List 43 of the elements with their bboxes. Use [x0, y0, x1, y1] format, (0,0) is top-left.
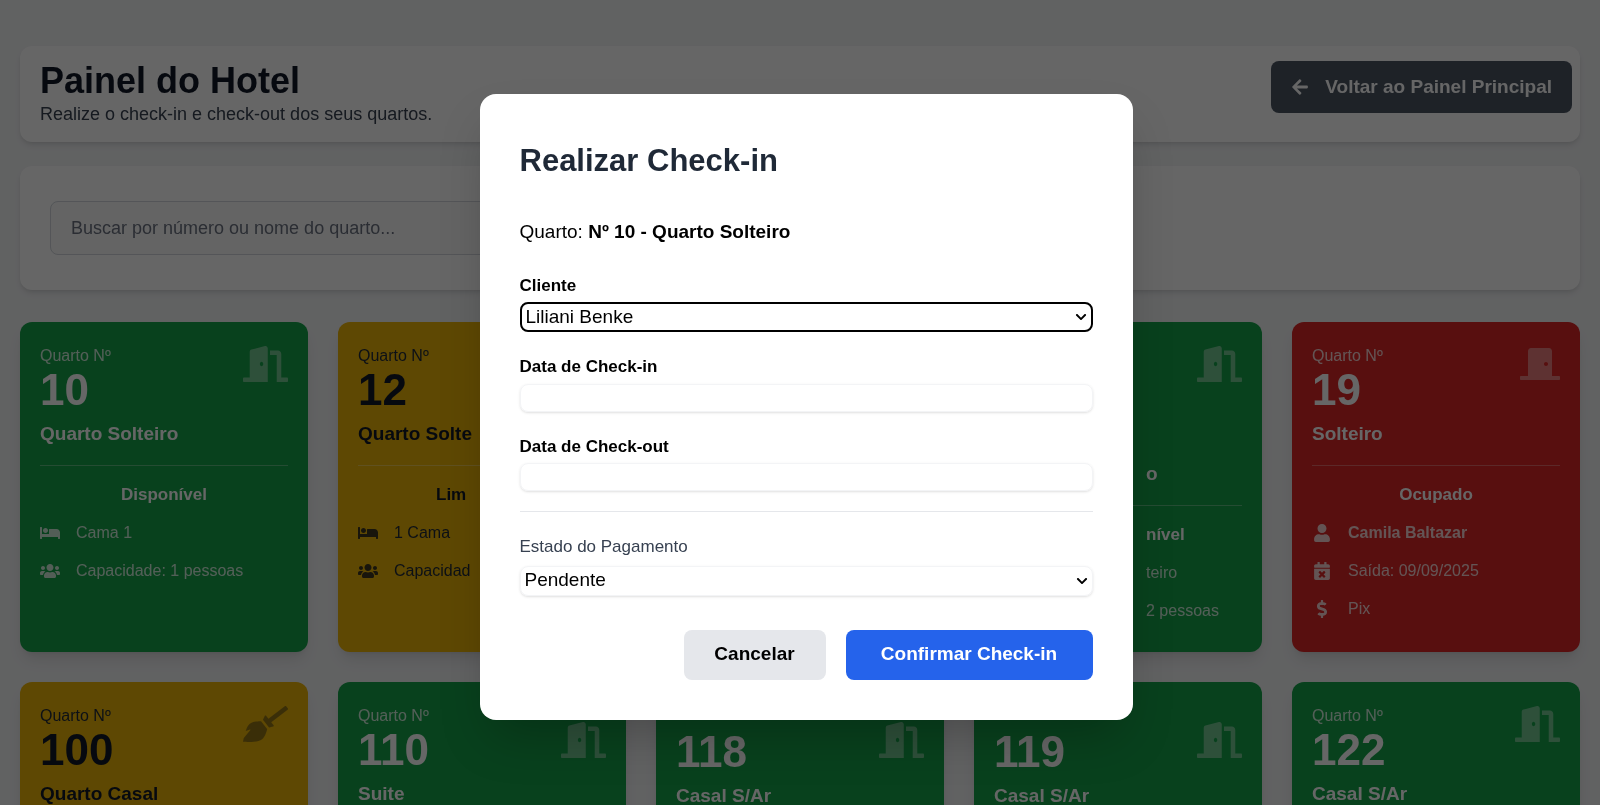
room-label: Quarto Nº	[40, 346, 111, 366]
room-name: Quarto Solteiro	[40, 422, 179, 446]
room-number: 19	[1312, 364, 1361, 416]
room-label: Quarto Nº	[1312, 346, 1383, 366]
field-label: Data de Check-out	[519, 435, 670, 458]
page-title: Painel do Hotel	[40, 60, 302, 101]
room-status: Ocupado	[1398, 483, 1474, 506]
dialog-title: Realizar Check-in	[519, 141, 779, 180]
room-detail: Pix	[1348, 599, 1371, 619]
room-label: Quarto Nº	[358, 706, 429, 726]
room-name: Quarto Casal	[40, 782, 159, 805]
room-detail: teiro	[1146, 563, 1178, 583]
room-status: Disponível	[120, 483, 208, 506]
room-number: 118	[676, 726, 747, 778]
room-name: o	[1145, 462, 1158, 486]
room-status: Lim	[435, 483, 468, 506]
room-detail: Cama 1	[76, 523, 133, 543]
room-name: Casal S/Ar	[676, 784, 772, 805]
room-label: Quarto Nº	[40, 706, 112, 726]
field-label: Data de Check-in	[519, 356, 659, 378]
field-label: Cliente	[519, 274, 578, 297]
room-number: 110	[358, 724, 429, 776]
room-name: Suite	[358, 782, 405, 805]
room-name: Solteiro	[1312, 422, 1383, 446]
room-name: Casal S/Ar	[1312, 782, 1408, 805]
room-number: 122	[1312, 724, 1386, 776]
room-detail: Capacidade: 1 pessoas	[76, 561, 244, 581]
room-number: 10	[40, 364, 89, 416]
room-name: Casal S/Ar	[994, 784, 1090, 805]
room-detail: Saída: 09/09/2025	[1348, 561, 1479, 581]
payment-label: Estado do Pagamento	[519, 536, 689, 558]
room-status: nível	[1145, 523, 1186, 546]
room-detail: Camila Baltazar	[1348, 523, 1468, 543]
page-subtitle: Realize o check-in e check-out dos seus quartos.	[40, 102, 433, 126]
room-number: 12	[358, 364, 407, 416]
room-label: Quarto Nº	[1312, 706, 1384, 726]
room-name: Quarto Solte	[358, 422, 472, 446]
room-detail: Capacidad	[394, 561, 471, 581]
room-number: 100	[40, 724, 114, 776]
room-number: 119	[994, 726, 1065, 778]
room-label: Quarto Nº	[358, 346, 429, 366]
room-detail: 1 Cama	[394, 523, 451, 543]
room-detail: 2 pessoas	[1146, 601, 1219, 621]
